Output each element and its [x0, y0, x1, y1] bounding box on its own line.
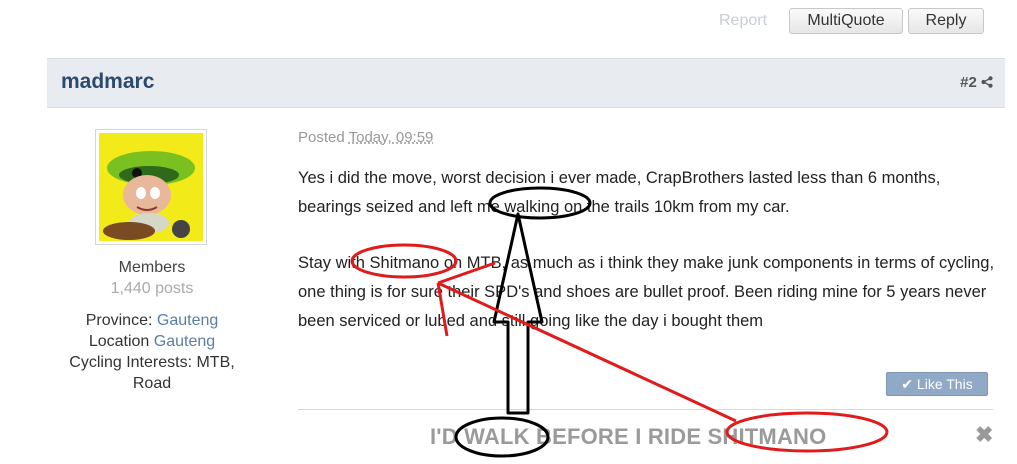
interests-label: Cycling Interests: — [69, 354, 193, 371]
signature-divider — [298, 409, 993, 410]
like-label: Like This — [916, 376, 973, 392]
reply-button[interactable]: Reply — [908, 8, 984, 34]
user-info: Province: Gauteng Location Gauteng Cycli… — [52, 310, 252, 394]
location-label: Location — [88, 333, 150, 350]
avatar-image — [99, 133, 203, 241]
post-number-link[interactable]: #2 — [960, 74, 993, 91]
province-value[interactable]: Gauteng — [157, 312, 218, 329]
province-label: Province: — [85, 312, 153, 329]
post-paragraph: Stay with Shitmano on MTB, as much as i … — [298, 254, 995, 330]
post-count: 1,440 posts — [110, 280, 194, 297]
post-date: Posted Today, 09:59 — [298, 129, 433, 146]
post-toolbar: Report MultiQuote Reply — [0, 7, 1017, 37]
post-header: madmarc #2 — [47, 58, 1005, 108]
like-button[interactable]: ✔ Like This — [886, 372, 988, 396]
posted-label: Posted — [298, 129, 345, 146]
avatar[interactable] — [95, 129, 207, 245]
post-number: #2 — [960, 74, 977, 91]
multiquote-button[interactable]: MultiQuote — [789, 8, 903, 34]
checkmark-icon: ✔ — [901, 376, 914, 392]
signature-text: I'D WALK BEFORE I RIDE SHITMANO — [430, 424, 827, 449]
close-icon[interactable]: ✖ — [975, 422, 993, 448]
post-body: Yes i did the move, worst decision i eve… — [298, 164, 998, 363]
posted-time: Today, 09:59 — [348, 129, 434, 146]
share-icon — [981, 76, 993, 88]
location-value[interactable]: Gauteng — [154, 333, 215, 350]
author-name[interactable]: madmarc — [61, 70, 154, 94]
member-group: Members — [118, 259, 186, 276]
report-link[interactable]: Report — [719, 12, 767, 30]
post-paragraph: Yes i did the move, worst decision i eve… — [298, 169, 941, 216]
